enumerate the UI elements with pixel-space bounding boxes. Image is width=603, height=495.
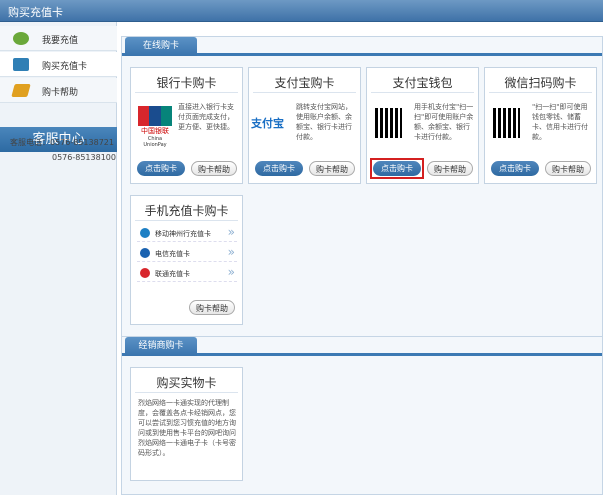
operator-telecom[interactable]: 电信充值卡 » xyxy=(137,244,237,262)
alipay-logo: 支付宝 xyxy=(251,117,284,130)
chevron-right-icon: » xyxy=(227,265,235,279)
sidebar-item-label: 我要充值 xyxy=(42,36,79,46)
sidebar: 我要充值 购买充值卡 购卡帮助 客服中心 客服电话：0576-85138721 … xyxy=(0,22,117,495)
operator-label: 移动神州行充值卡 xyxy=(155,230,211,238)
buy-card-button[interactable]: 点击购卡 xyxy=(137,161,185,176)
card-title: 微信扫码购卡 xyxy=(504,76,577,90)
china-unicom-icon xyxy=(140,268,150,278)
china-mobile-icon xyxy=(140,228,150,238)
card-title: 支付宝购卡 xyxy=(274,76,335,90)
help-button[interactable]: 购卡帮助 xyxy=(189,300,235,315)
chevron-right-icon: » xyxy=(227,225,235,239)
divider xyxy=(253,92,356,93)
tab-online[interactable]: 在线购卡 xyxy=(125,37,197,56)
operator-mobile[interactable]: 移动神州行充值卡 » xyxy=(137,224,237,242)
divider xyxy=(135,220,238,221)
card-description: "扫一扫"即可使用钱包零钱、储蓄卡、信用卡进行付款。 xyxy=(532,103,588,141)
card-description: 跳转支付宝网站，使用账户余额、余额宝、银行卡进行付款。 xyxy=(296,103,352,141)
qr-code-icon xyxy=(375,108,402,138)
recharge-icon xyxy=(13,32,29,45)
help-button[interactable]: 购卡帮助 xyxy=(309,161,355,176)
unionpay-logo: 中国银联 China UnionPay xyxy=(138,106,172,148)
card-title: 购买实物卡 xyxy=(156,376,217,390)
main-content: 在线购卡 银行卡购卡 中国银联 China UnionPay 直接进入银行卡支付… xyxy=(118,22,603,495)
bank-card-purchase: 银行卡购卡 中国银联 China UnionPay 直接进入银行卡支付页面完成支… xyxy=(130,67,243,184)
wechat-purchase: 微信扫码购卡 "扫一扫"即可使用钱包零钱、储蓄卡、信用卡进行付款。 点击购卡 购… xyxy=(484,67,597,184)
tab-dealer[interactable]: 经销商购卡 xyxy=(125,337,197,356)
sidebar-item-label: 购买充值卡 xyxy=(42,62,88,72)
alipay-wallet-purchase: 支付宝钱包 用手机支付宝"扫一扫"即可使用账户余额、余额宝、银行卡进行付款。 点… xyxy=(366,67,479,184)
divider xyxy=(371,92,474,93)
tab-strip: 在线购卡 xyxy=(122,37,602,56)
alipay-purchase: 支付宝购卡 支付宝 跳转支付宝网站，使用账户余额、余额宝、银行卡进行付款。 点击… xyxy=(248,67,361,184)
page-title: 购买充值卡 xyxy=(8,6,63,19)
help-button[interactable]: 购卡帮助 xyxy=(545,161,591,176)
divider xyxy=(135,392,238,393)
card-title: 手机充值卡购卡 xyxy=(144,204,229,218)
help-icon xyxy=(11,84,31,97)
buy-card-button[interactable]: 点击购卡 xyxy=(255,161,303,176)
buy-card-button[interactable]: 点击购卡 xyxy=(491,161,539,176)
divider xyxy=(135,92,238,93)
card-icon xyxy=(13,58,29,71)
card-title: 支付宝钱包 xyxy=(392,76,453,90)
sidebar-item-recharge[interactable]: 我要充值 xyxy=(0,26,117,51)
china-telecom-icon xyxy=(140,248,150,258)
card-title: 银行卡购卡 xyxy=(156,76,217,90)
mobile-card-purchase: 手机充值卡购卡 移动神州行充值卡 » 电信充值卡 » 联通充值卡 » 购卡帮助 xyxy=(130,195,243,325)
operator-label: 联通充值卡 xyxy=(155,270,190,278)
dealer-description: 烈焰网络一卡通实现的代理制度，会覆盖各点卡经销网点，您可以尝试到您习惯充值的地方… xyxy=(138,399,236,457)
operator-unicom[interactable]: 联通充值卡 » xyxy=(137,264,237,282)
sidebar-item-help[interactable]: 购卡帮助 xyxy=(0,78,117,103)
wechat-qr-code-icon xyxy=(493,108,520,138)
divider xyxy=(489,92,592,93)
sidebar-item-label: 购卡帮助 xyxy=(42,88,79,98)
dealer-purchase-panel: 经销商购卡 购买实物卡 烈焰网络一卡通实现的代理制度，会覆盖各点卡经销网点，您可… xyxy=(121,336,603,495)
title-bar: 购买充值卡 xyxy=(0,0,603,22)
help-button[interactable]: 购卡帮助 xyxy=(191,161,237,176)
service-phone: 客服电话：0576-85138721 xyxy=(10,138,114,147)
physical-card-purchase: 购买实物卡 烈焰网络一卡通实现的代理制度，会覆盖各点卡经销网点，您可以尝试到您习… xyxy=(130,367,243,481)
sidebar-item-buy-card[interactable]: 购买充值卡 xyxy=(0,52,117,77)
card-description: 直接进入银行卡支付页面完成支付，更方便、更快捷。 xyxy=(178,103,234,131)
operator-label: 电信充值卡 xyxy=(155,250,190,258)
tab-strip: 经销商购卡 xyxy=(122,337,602,356)
logo-text: 中国银联 xyxy=(141,127,169,135)
highlight-box xyxy=(370,158,424,179)
service-phone-2: 0576-85138100 xyxy=(52,153,116,162)
logo-subtext: China UnionPay xyxy=(143,136,167,148)
help-button[interactable]: 购卡帮助 xyxy=(427,161,473,176)
online-purchase-panel: 在线购卡 银行卡购卡 中国银联 China UnionPay 直接进入银行卡支付… xyxy=(121,36,603,340)
chevron-right-icon: » xyxy=(227,245,235,259)
card-description: 用手机支付宝"扫一扫"即可使用账户余额、余额宝、银行卡进行付款。 xyxy=(414,103,474,141)
